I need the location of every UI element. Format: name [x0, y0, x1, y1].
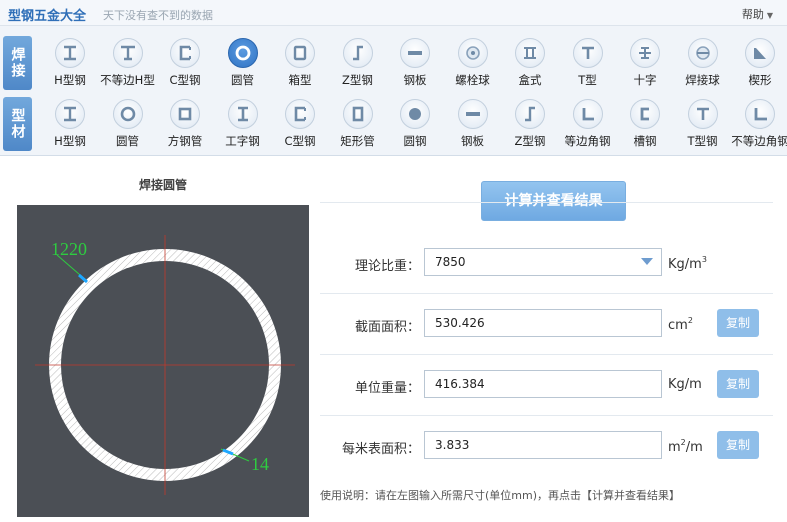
z-section-icon	[342, 38, 373, 68]
category-item-round-tube[interactable]: 圆管	[98, 95, 158, 155]
h-beam-icon	[55, 99, 85, 129]
copy-surface-button[interactable]: 复制	[717, 431, 759, 459]
surface-value-field[interactable]: 3.833	[424, 431, 662, 459]
surface-unit: m2/m	[668, 438, 703, 455]
category-row-profiles: 型材 H型钢 圆管 方钢管 工字钢 C型钢 矩形管 圆钢 钢板 Z型钢 等边角钢 槽钢 T型钢 不等边角…	[0, 95, 787, 157]
category-item-box-section[interactable]: 箱型	[270, 34, 330, 94]
divider	[320, 202, 773, 203]
area-value-field[interactable]: 530.426	[424, 309, 662, 337]
density-unit-text: Kg/m	[668, 257, 702, 272]
unequal-angle-icon	[745, 99, 775, 129]
density-select[interactable]: 7850	[424, 248, 662, 276]
t-section-icon	[572, 38, 603, 68]
category-item-steel-plate[interactable]: 钢板	[385, 34, 445, 94]
chevron-down-icon[interactable]	[641, 258, 653, 266]
density-unit-exponent: 3	[701, 255, 707, 264]
category-item-box-type[interactable]: 盒式	[500, 34, 560, 94]
bolt-ball-icon	[457, 38, 488, 68]
category-item-t-section[interactable]: T型	[558, 34, 618, 94]
category-item-unequal-h-beam[interactable]: 不等边H型	[98, 34, 158, 94]
equal-angle-icon	[572, 99, 603, 129]
category-item-round-tube[interactable]: 圆管	[213, 34, 273, 94]
divider	[320, 415, 773, 416]
category-tag-welded: 焊接	[3, 36, 32, 90]
density-unit: Kg/m3	[668, 255, 707, 272]
diameter-label[interactable]: 1220	[51, 239, 87, 259]
category-item-steel-plate[interactable]: 钢板	[443, 95, 503, 155]
density-label: 理论比重：	[354, 259, 420, 274]
copy-area-button[interactable]: 复制	[717, 309, 759, 337]
category-item-channel[interactable]: 槽钢	[615, 95, 675, 155]
unequal-h-beam-icon	[112, 38, 143, 68]
rect-tube-icon	[342, 99, 373, 129]
steel-plate-icon	[457, 99, 488, 129]
category-item-z-section[interactable]: Z型钢	[500, 95, 560, 155]
copy-weight-button[interactable]: 复制	[717, 370, 759, 398]
category-item-unequal-angle[interactable]: 不等边角钢	[730, 95, 787, 155]
category-toolbar: 焊接 H型钢 不等边H型 C型钢 圆管 箱型 Z型钢 钢板 螺栓球 盒式 T型 十字 焊接球 楔形 型材…	[0, 26, 787, 156]
weight-label: 单位重量：	[354, 381, 420, 396]
category-item-cross-section[interactable]: 十字	[615, 34, 675, 94]
area-unit-text: cm	[668, 318, 688, 333]
category-item-label: 不等边角钢	[731, 134, 787, 148]
calculate-button[interactable]: 计算并查看结果	[481, 181, 626, 221]
welded-ball-icon	[687, 38, 718, 68]
title-bar: 型钢五金大全 天下没有查不到的数据 帮助 ▼	[0, 0, 787, 26]
c-channel-icon	[170, 38, 200, 68]
category-item-i-beam[interactable]: 工字钢	[213, 95, 273, 155]
c-channel-icon	[285, 99, 315, 129]
cross-section-diagram: 1220 14	[17, 205, 309, 517]
category-item-round-bar[interactable]: 圆钢	[385, 95, 445, 155]
category-item-c-channel[interactable]: C型钢	[155, 34, 215, 94]
surface-unit-prefix: m	[668, 440, 681, 455]
weight-value-field[interactable]: 416.384	[424, 370, 662, 398]
surface-unit-suffix: /m	[685, 440, 703, 455]
category-item-square-tube[interactable]: 方钢管	[155, 95, 215, 155]
area-unit-exponent: 2	[687, 316, 693, 325]
category-item-label: 楔形	[748, 73, 772, 87]
cross-section-icon	[630, 38, 660, 68]
category-item-welded-ball[interactable]: 焊接球	[673, 34, 733, 94]
category-item-c-channel[interactable]: C型钢	[270, 95, 330, 155]
wedge-icon	[745, 38, 775, 68]
category-row-welded: 焊接 H型钢 不等边H型 C型钢 圆管 箱型 Z型钢 钢板 螺栓球 盒式 T型 十字 焊接球楔形	[0, 34, 787, 96]
box-type-icon	[515, 38, 545, 68]
chevron-down-icon: ▼	[766, 11, 773, 20]
area-label: 截面面积：	[354, 320, 420, 335]
category-item-bolt-ball[interactable]: 螺栓球	[443, 34, 503, 94]
category-item-z-section[interactable]: Z型钢	[328, 34, 388, 94]
surface-label: 每米表面积：	[341, 442, 420, 457]
h-beam-icon	[55, 38, 85, 68]
app-title: 型钢五金大全	[8, 9, 87, 24]
category-tag-profiles: 型材	[3, 97, 32, 151]
steel-plate-icon	[400, 38, 430, 68]
diagram-title: 焊接圆管	[138, 178, 187, 192]
z-section-icon	[515, 99, 545, 129]
category-item-rect-tube[interactable]: 矩形管	[328, 95, 388, 155]
divider	[320, 354, 773, 355]
round-bar-icon	[400, 99, 430, 129]
category-item-equal-angle[interactable]: 等边角钢	[558, 95, 618, 155]
help-label: 帮助	[741, 8, 764, 21]
area-unit: cm2	[668, 316, 693, 333]
app-slogan: 天下没有查不到的数据	[103, 9, 213, 22]
round-tube-icon	[227, 38, 258, 68]
thickness-label[interactable]: 14	[251, 454, 269, 474]
i-beam-icon	[227, 99, 258, 129]
help-menu[interactable]: 帮助 ▼	[742, 6, 773, 22]
round-tube-drawing: 1220 14	[35, 235, 295, 495]
category-item-h-beam[interactable]: H型钢	[40, 34, 100, 94]
category-item-h-beam[interactable]: H型钢	[40, 95, 100, 155]
round-tube-icon	[112, 99, 143, 129]
category-item-t-section[interactable]: T型钢	[673, 95, 733, 155]
diameter-marker	[78, 273, 88, 284]
category-item-wedge[interactable]: 楔形	[730, 34, 787, 94]
box-section-icon	[285, 38, 315, 68]
square-tube-icon	[170, 99, 200, 129]
divider	[320, 293, 773, 294]
channel-icon	[630, 99, 660, 129]
weight-unit: Kg/m	[668, 377, 702, 392]
t-section-icon	[687, 99, 718, 129]
usage-instructions: 使用说明：请在左图输入所需尺寸(单位mm)，再点击【计算并查看结果】	[320, 489, 681, 502]
